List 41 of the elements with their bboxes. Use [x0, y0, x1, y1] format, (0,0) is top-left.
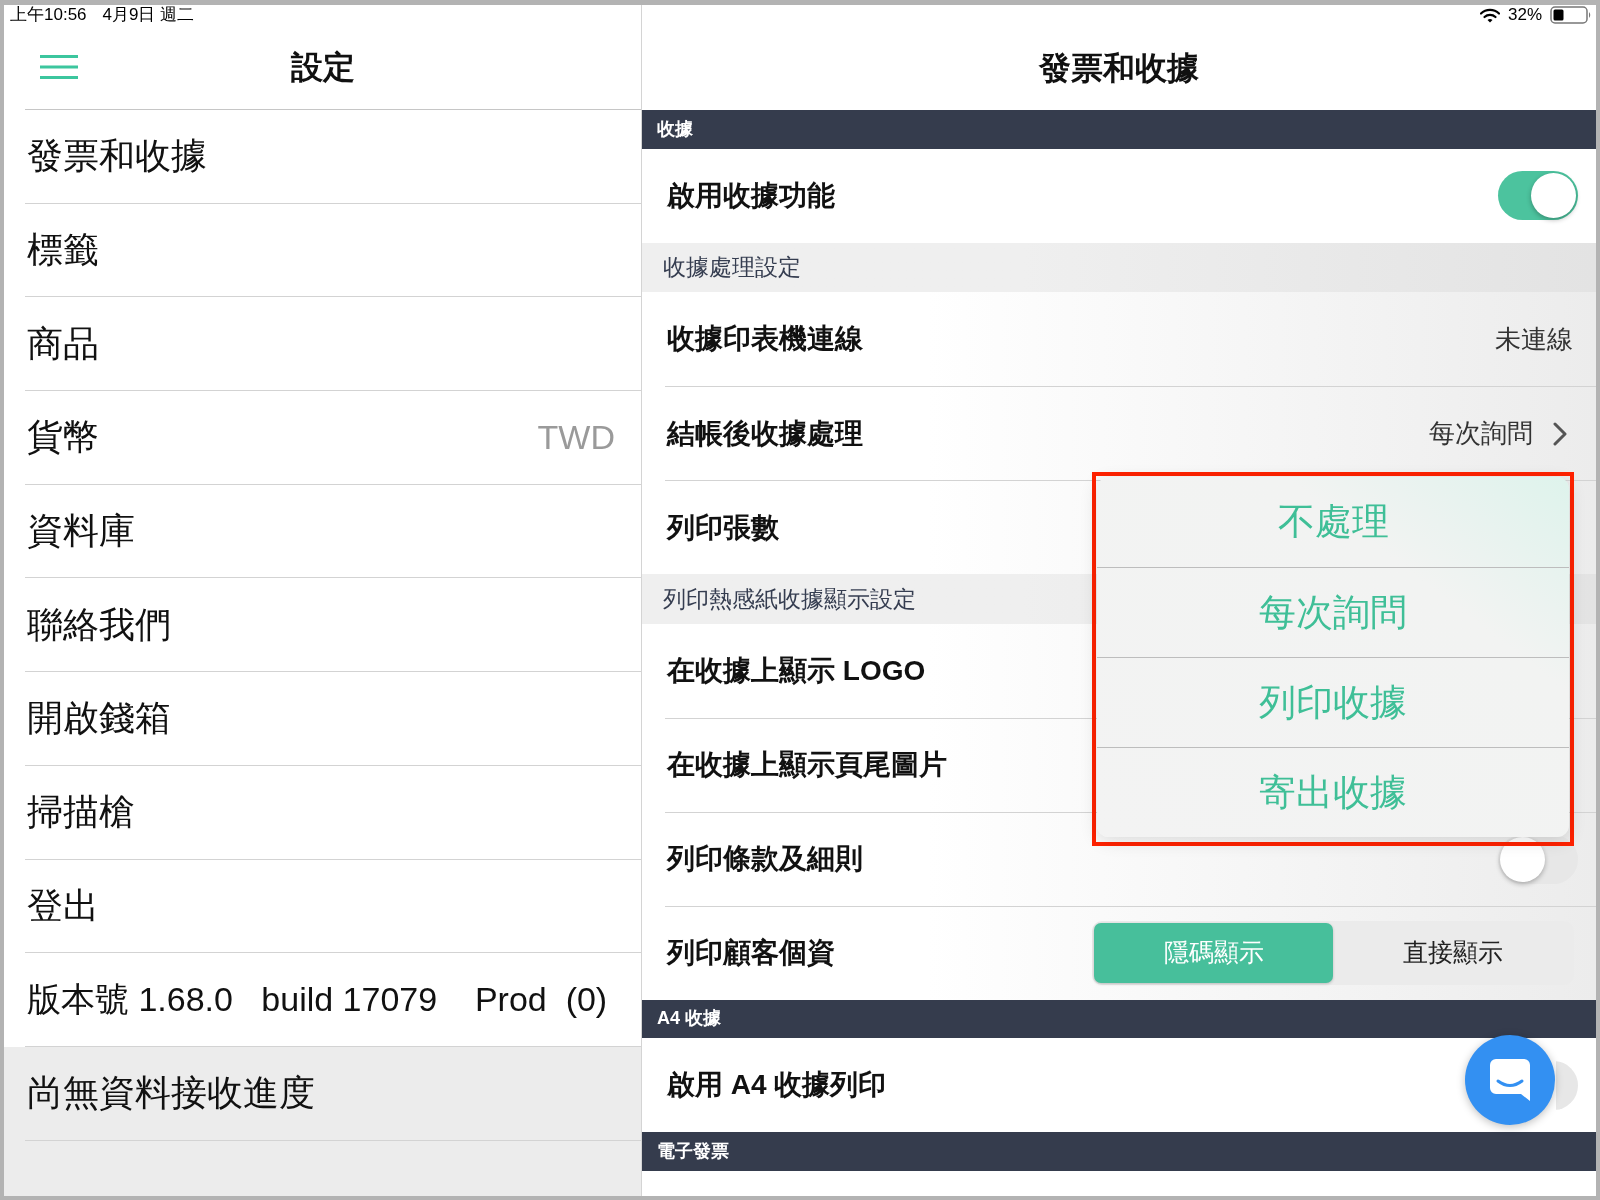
- sidebar-item[interactable]: 掃描槍: [25, 765, 641, 860]
- setting-label: 列印顧客個資: [667, 936, 835, 970]
- battery-percent: 32%: [1507, 5, 1542, 27]
- setting-label: 在收據上顯示頁尾圖片: [667, 748, 947, 782]
- setting-label: 啟用 A4 收據列印: [667, 1068, 887, 1102]
- sidebar-item[interactable]: 發票和收據: [25, 110, 641, 204]
- page-title: 發票和收據: [1039, 48, 1199, 88]
- setting-value-button[interactable]: 每次詢問: [1429, 414, 1567, 453]
- toggle-switch[interactable]: [1498, 171, 1578, 220]
- wifi-icon: [1479, 7, 1500, 23]
- setting-label: 結帳後收據處理: [667, 416, 863, 451]
- setting-label: 啟用收據功能: [667, 178, 835, 213]
- sidebar-item[interactable]: 貨幣 TWD: [25, 391, 641, 485]
- sidebar-item[interactable]: 聯絡我們: [25, 578, 641, 673]
- setting-label: 列印條款及細則: [667, 842, 863, 876]
- chevron-right-icon: [1553, 421, 1567, 446]
- version-text: 版本號 1.68.0 build 17079 Prod (0): [27, 979, 608, 1021]
- subsection-header: 收據處理設定: [642, 242, 1596, 292]
- section-header: A4 收據: [642, 999, 1596, 1038]
- setting-label: 在收據上顯示 LOGO: [667, 653, 926, 688]
- menu-icon: [40, 55, 78, 79]
- segment-button[interactable]: 直接顯示: [1333, 923, 1572, 983]
- sidebar-item[interactable]: 登出: [25, 859, 641, 954]
- sidebar-title: 設定: [290, 48, 355, 87]
- item-value: TWD: [537, 416, 615, 458]
- battery-icon: [1550, 6, 1592, 24]
- section-header: 收據: [642, 110, 1596, 149]
- sidebar-item[interactable]: 商品: [25, 297, 641, 392]
- setting-value: 未連線: [1495, 322, 1573, 356]
- status-date: 4月9日 週二: [102, 5, 195, 27]
- setting-label: 收據印表機連線: [667, 322, 863, 356]
- sidebar-item[interactable]: 資料庫: [25, 484, 641, 579]
- sidebar-item[interactable]: 開啟錢箱: [25, 672, 641, 766]
- status-time: 上午10:56: [10, 5, 87, 27]
- setting-label: 列印張數: [667, 510, 779, 545]
- section-header: 電子發票: [642, 1132, 1596, 1171]
- status-text: 尚無資料接收進度: [27, 1071, 315, 1116]
- sidebar-item[interactable]: 標籤: [25, 203, 641, 298]
- toggle-switch[interactable]: [1556, 1060, 1578, 1110]
- menu-button[interactable]: [40, 55, 78, 79]
- chat-icon: [1490, 1059, 1530, 1101]
